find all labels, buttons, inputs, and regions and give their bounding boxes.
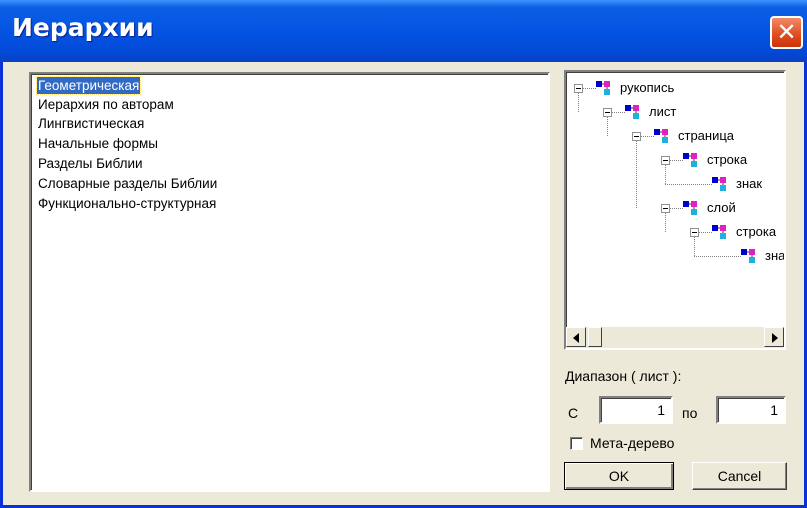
scroll-thumb[interactable] — [588, 327, 602, 347]
tree-node-label: лист — [649, 104, 677, 119]
tree-connector — [694, 237, 695, 256]
range-from-input[interactable]: 1 — [599, 396, 673, 424]
tree-connector — [665, 165, 666, 184]
hierarchy-node-icon — [625, 104, 645, 120]
tree-node-label: строка — [736, 224, 777, 239]
tree-node-label: страница — [678, 128, 735, 143]
tree-node-label: зна — [765, 248, 786, 263]
collapse-icon[interactable] — [661, 204, 670, 213]
title-bar[interactable]: Иерархии ✕ — [0, 0, 807, 62]
hierarchy-item-bible-dictionary-sections[interactable]: Словарные разделы Библии — [37, 175, 218, 192]
ok-button[interactable]: OK — [564, 462, 674, 490]
window-title: Иерархии — [12, 13, 154, 42]
hierarchy-list[interactable]: Геометрическая Иерархия по авторам Лингв… — [29, 72, 550, 492]
tree-node-label: строка — [707, 152, 748, 167]
range-label: Диапазон ( лист ): — [565, 368, 682, 384]
hierarchy-item-initial-forms[interactable]: Начальные формы — [37, 135, 159, 152]
hierarchy-item-geometric[interactable]: Геометрическая — [35, 76, 142, 95]
tree-connector — [699, 232, 712, 233]
close-button[interactable]: ✕ — [770, 16, 803, 49]
collapse-icon[interactable] — [632, 132, 641, 141]
tree-connector — [665, 184, 712, 185]
hierarchy-node-icon — [712, 224, 732, 240]
collapse-icon[interactable] — [661, 156, 670, 165]
tree-node-label: рукопись — [620, 80, 675, 95]
tree-node-label: знак — [736, 176, 763, 191]
tree-connector — [670, 160, 683, 161]
tree-connector — [583, 88, 596, 89]
range-to-input[interactable]: 1 — [716, 396, 786, 424]
close-icon: ✕ — [776, 18, 797, 46]
hierarchy-item-authors[interactable]: Иерархия по авторам — [37, 96, 175, 113]
arrow-left-icon — [573, 333, 579, 343]
arrow-right-icon — [772, 333, 778, 343]
meta-tree-checkbox[interactable] — [570, 437, 583, 450]
scroll-right-button[interactable] — [764, 327, 784, 347]
hierarchy-tree[interactable]: рукопись лист страница строка знак слой строка… — [564, 70, 786, 350]
hierarchy-item-linguistic[interactable]: Лингвистическая — [37, 115, 145, 132]
tree-connector — [641, 136, 654, 137]
hierarchy-node-icon — [683, 152, 703, 168]
tree-connector — [670, 208, 683, 209]
meta-tree-label: Мета-дерево — [590, 435, 675, 451]
range-to-label: по — [682, 405, 698, 421]
hierarchy-node-icon — [683, 200, 703, 216]
cancel-button[interactable]: Cancel — [692, 462, 787, 490]
hierarchy-item-functional-structural[interactable]: Функционально-структурная — [37, 195, 217, 212]
hierarchy-node-icon — [654, 128, 674, 144]
tree-connector — [607, 117, 608, 136]
collapse-icon[interactable] — [603, 108, 612, 117]
hierarchy-node-icon — [712, 176, 732, 192]
tree-node-label: слой — [707, 200, 736, 215]
hierarchy-node-icon — [596, 80, 616, 96]
collapse-icon[interactable] — [690, 228, 699, 237]
tree-connector — [636, 141, 637, 208]
tree-connector — [578, 93, 579, 112]
tree-connector — [612, 112, 625, 113]
scroll-left-button[interactable] — [566, 327, 586, 347]
collapse-icon[interactable] — [574, 84, 583, 93]
horizontal-scrollbar[interactable] — [566, 327, 784, 348]
hierarchy-item-bible-sections[interactable]: Разделы Библии — [37, 155, 144, 172]
range-from-label: С — [568, 405, 579, 421]
hierarchies-dialog: Иерархии ✕ Геометрическая Иерархия по ав… — [0, 0, 807, 508]
tree-connector — [665, 213, 666, 232]
tree-connector — [694, 256, 741, 257]
hierarchy-node-icon — [741, 248, 761, 264]
